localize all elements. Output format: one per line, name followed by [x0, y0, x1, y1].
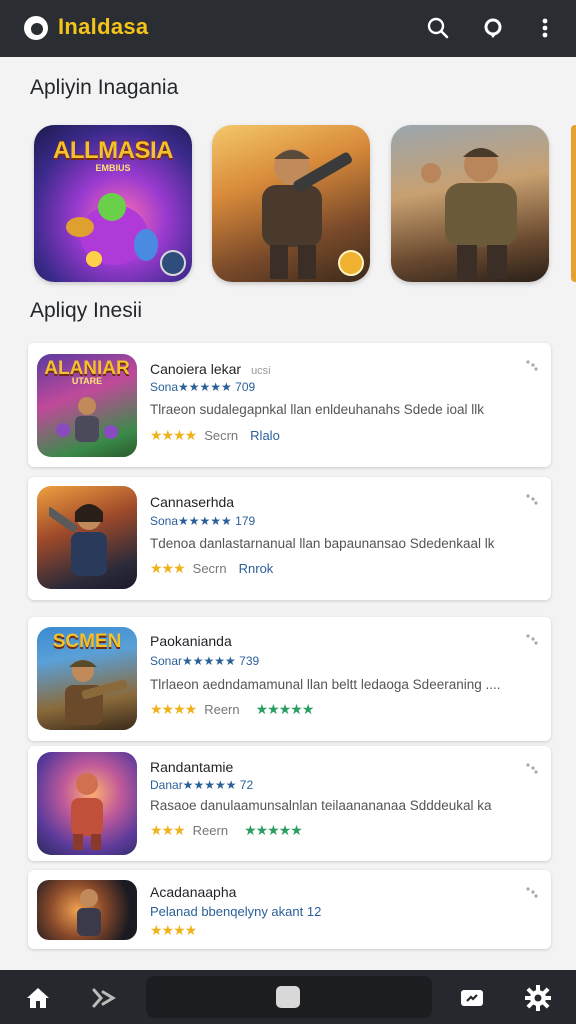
ticket-icon[interactable]	[458, 984, 486, 1012]
app-thumbnail	[37, 486, 137, 589]
more-options-icon[interactable]	[525, 886, 539, 900]
more-options-icon[interactable]	[525, 493, 539, 507]
more-options-icon[interactable]	[525, 762, 539, 776]
app-rating: Sona★★★★★ 709	[150, 380, 256, 394]
app-list-item[interactable]: Randantamie Danar★★★★★ 72 Rasaoe danulaa…	[28, 746, 551, 861]
thumbnail-subtitle: UTARE	[71, 376, 103, 386]
meta-green-stars: ★★★★★	[244, 822, 303, 838]
app-name: Cannaserhda	[150, 494, 235, 510]
meta-stars: ★★★★	[150, 701, 197, 717]
featured-art-subtitle: EMBIUS	[95, 163, 131, 173]
app-thumbnail	[37, 752, 137, 855]
featured-art-image	[66, 193, 158, 267]
featured-art-image	[421, 148, 517, 279]
app-name-extra: ucsi	[251, 365, 271, 377]
app-list-item[interactable]: ALANIAR UTARE Canoiera lekar ucsi Sona★★★…	[28, 343, 551, 467]
featured-app-card[interactable]	[391, 125, 549, 282]
app-meta: ★★★★ Secrn Rlalo	[150, 427, 280, 444]
home-icon[interactable]	[24, 984, 52, 1012]
badge-icon	[338, 250, 364, 276]
app-rating: Pelanad bbenqelyny akant 12	[150, 904, 322, 919]
meta-label: Reern	[192, 823, 229, 838]
app-thumbnail: ALANIAR UTARE	[37, 354, 137, 457]
share-icon[interactable]	[90, 984, 118, 1012]
meta-label: Secrn	[204, 428, 239, 443]
square-home-button[interactable]	[276, 986, 300, 1008]
more-vert-icon[interactable]	[531, 14, 559, 42]
featured-section-title: Apliyin Inagania	[30, 76, 179, 99]
app-description: Tdenoa danlastarnanual llan bapaunansao …	[150, 536, 495, 551]
search-icon[interactable]	[424, 14, 452, 42]
app-logo-icon[interactable]	[24, 16, 48, 40]
app-list-item[interactable]: SCMEN Paokanianda Sonar★★★★★ 739 Tlrlaeo…	[28, 617, 551, 741]
app-name: Canoiera lekar ucsi	[150, 361, 271, 377]
thumbnail-title: SCMEN	[52, 631, 122, 652]
app-meta: ★★★ Reern ★★★★★	[150, 822, 303, 839]
app-thumbnail	[37, 880, 137, 940]
app-list-item[interactable]: Cannaserhda Sona★★★★★ 179 Tdenoa danlast…	[28, 477, 551, 600]
location-pin-icon[interactable]	[479, 14, 507, 42]
meta-green-stars: ★★★★★	[255, 701, 315, 717]
more-options-icon[interactable]	[525, 359, 539, 373]
meta-stars: ★★★★	[150, 922, 197, 938]
settings-icon[interactable]	[524, 984, 552, 1012]
app-meta: ★★★ Secrn Rnrok	[150, 560, 273, 577]
featured-app-card[interactable]	[212, 125, 370, 282]
play-badge-icon	[160, 250, 186, 276]
meta-tag: Rnrok	[238, 561, 274, 576]
meta-tag: Rlalo	[250, 428, 280, 443]
app-rating: Sona★★★★★ 179	[150, 514, 256, 528]
app-rating: Danar★★★★★ 72	[150, 778, 254, 792]
app-list-item[interactable]: Acadanaapha Pelanad bbenqelyny akant 12 …	[28, 870, 551, 949]
app-description: Tlraeon sudalegapnkal llan enldeuhanahs …	[150, 402, 484, 417]
meta-label: Secrn	[192, 561, 227, 576]
app-name-text: Canoiera lekar	[150, 361, 242, 377]
top-app-bar: Inaldasa	[0, 0, 576, 57]
meta-label: Reern	[204, 702, 240, 717]
app-thumbnail: SCMEN	[37, 627, 137, 730]
featured-art-title: ALLMASIA	[53, 137, 173, 164]
app-name: Randantamie	[150, 759, 234, 775]
app-meta: ★★★★	[150, 922, 197, 939]
meta-stars: ★★★	[150, 822, 186, 838]
featured-app-card[interactable]: ALLMASIA EMBIUS	[34, 125, 192, 282]
app-title: Inaldasa	[58, 14, 149, 39]
app-rating: Sonar★★★★★ 739	[150, 654, 260, 668]
more-options-icon[interactable]	[525, 633, 539, 647]
list-section-title: Apliqy Inesii	[30, 299, 143, 322]
app-description: Tlrlaeon aedndamamunal llan beltt ledaog…	[150, 677, 501, 692]
meta-stars: ★★★★	[150, 427, 197, 443]
carousel-next-card-edge[interactable]	[571, 125, 576, 282]
app-meta: ★★★★ Reern ★★★★★	[150, 701, 315, 718]
bottom-navigation-bar	[0, 970, 576, 1024]
meta-stars: ★★★	[150, 560, 186, 576]
app-name: Acadanaapha	[150, 884, 237, 900]
app-description: Rasaoe danulaamunsalnlan teilaanananaa S…	[150, 798, 492, 813]
app-name: Paokanianda	[150, 633, 232, 649]
